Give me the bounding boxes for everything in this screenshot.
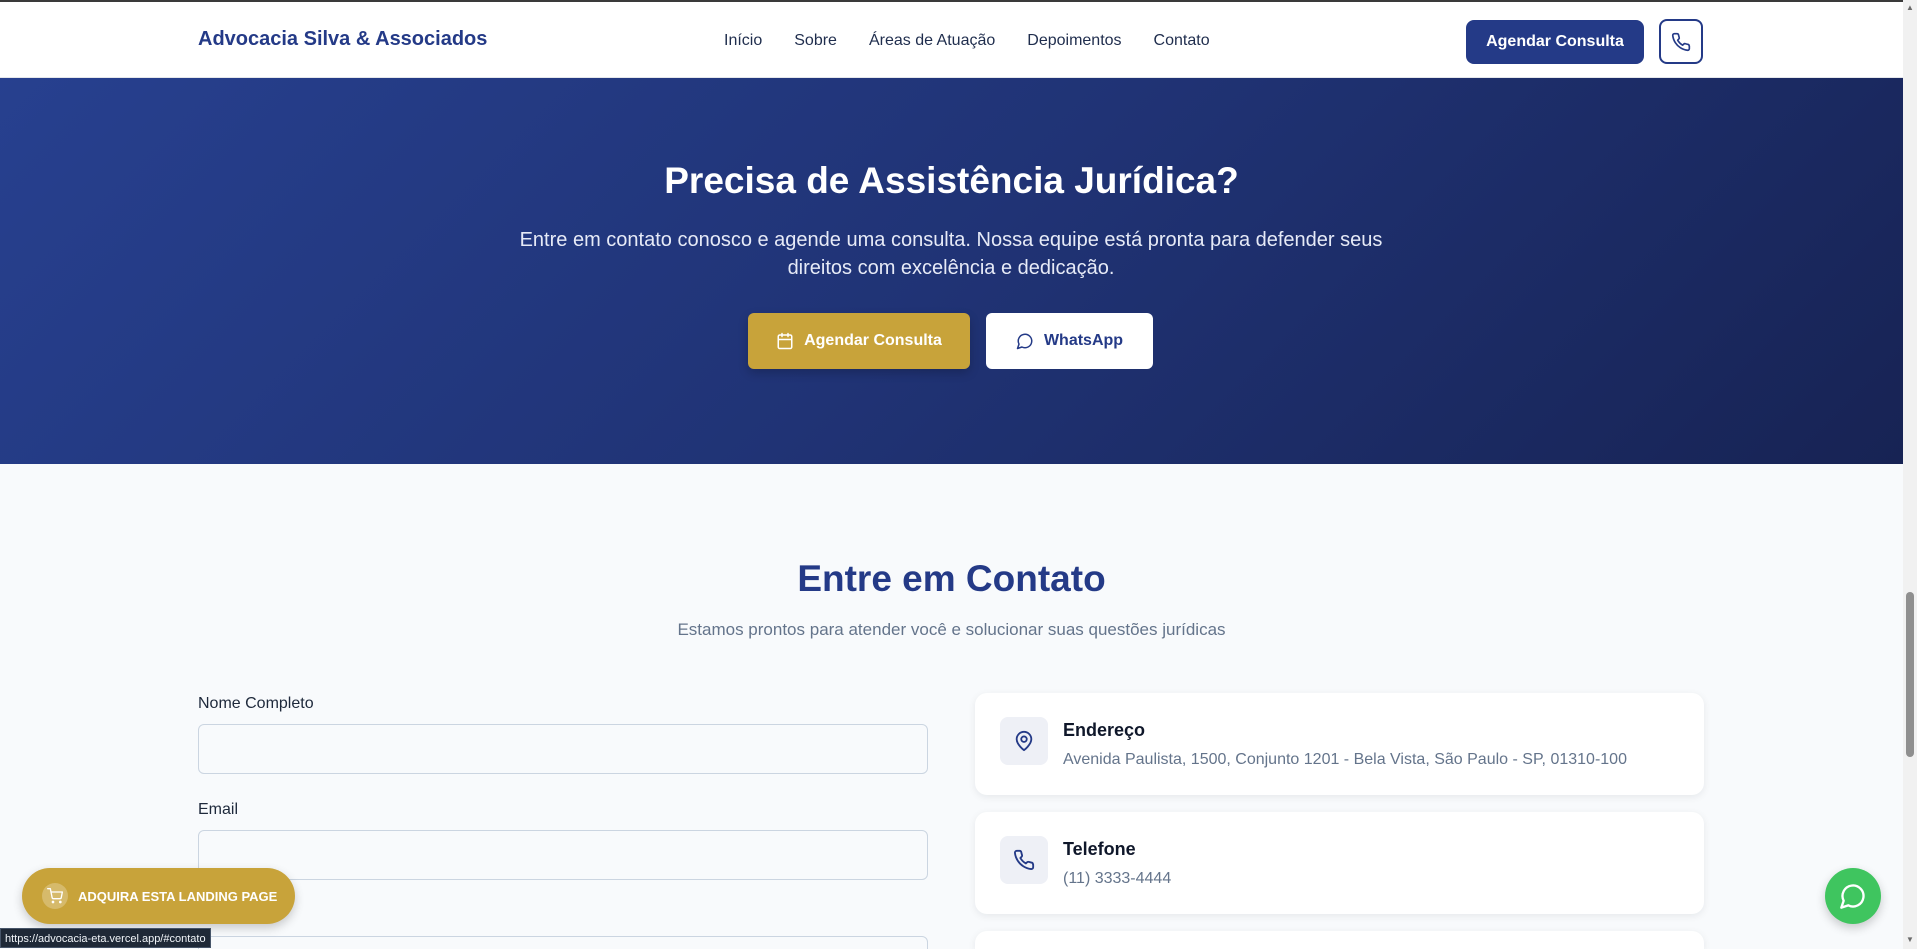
nav-link-sobre[interactable]: Sobre <box>794 32 837 50</box>
hero-schedule-button[interactable]: Agendar Consulta <box>748 313 970 369</box>
nav-link-inicio[interactable]: Início <box>724 32 762 50</box>
address-text: Avenida Paulista, 1500, Conjunto 1201 - … <box>1063 751 1627 768</box>
header-phone-button[interactable] <box>1659 19 1703 64</box>
scrollbar-thumb[interactable] <box>1906 592 1914 757</box>
contact-subtitle: Estamos prontos para atender você e solu… <box>677 620 1226 639</box>
phone-icon-box <box>1000 836 1048 884</box>
contact-title: Entre em Contato <box>797 558 1106 599</box>
shopping-cart-icon <box>47 888 63 904</box>
phone-card: Telefone (11) 3333-4444 <box>975 812 1704 914</box>
hero-title: Precisa de Assistência Jurídica? <box>664 160 1239 201</box>
next-info-card <box>975 931 1704 949</box>
nav-link-depoimentos[interactable]: Depoimentos <box>1027 32 1121 50</box>
name-label: Nome Completo <box>198 695 314 712</box>
site-header: Advocacia Silva & Associados Início Sobr… <box>0 0 1903 78</box>
whatsapp-float-button[interactable] <box>1825 868 1881 924</box>
buy-landing-page-button[interactable]: ADQUIRA ESTA LANDING PAGE <box>22 868 295 924</box>
buy-landing-page-label: ADQUIRA ESTA LANDING PAGE <box>78 888 278 904</box>
message-circle-icon <box>1016 333 1033 350</box>
calendar-icon <box>777 332 793 350</box>
phone-icon <box>1671 32 1691 51</box>
header-schedule-button[interactable]: Agendar Consulta <box>1466 20 1644 64</box>
whatsapp-icon <box>1840 884 1865 909</box>
scroll-up-icon[interactable]: ▲ <box>1906 4 1914 12</box>
hero-text: Entre em contato conosco e agende uma co… <box>519 229 1383 279</box>
phone-title: Telefone <box>1063 839 1136 859</box>
page-scrollbar[interactable]: ▲ ▼ <box>1903 0 1917 949</box>
phone-icon <box>1014 849 1035 870</box>
email-input[interactable] <box>198 830 928 880</box>
address-title: Endereço <box>1063 720 1146 740</box>
hero-whatsapp-label: WhatsApp <box>1043 332 1124 349</box>
address-icon-box <box>1000 717 1048 765</box>
email-label: Email <box>198 801 239 818</box>
name-input[interactable] <box>198 724 928 774</box>
status-bar-url: https://advocacia-eta.vercel.app/#contat… <box>0 928 211 948</box>
hero-whatsapp-button[interactable]: WhatsApp <box>986 313 1153 369</box>
nav-link-contato[interactable]: Contato <box>1154 32 1210 50</box>
hero-section: Precisa de Assistência Jurídica? Entre e… <box>0 78 1903 464</box>
cart-icon-wrap <box>42 883 68 909</box>
scroll-down-icon[interactable]: ▼ <box>1906 936 1914 944</box>
nav-link-areas[interactable]: Áreas de Atuação <box>869 32 995 50</box>
next-form-input[interactable] <box>198 936 928 949</box>
address-card: Endereço Avenida Paulista, 1500, Conjunt… <box>975 693 1704 795</box>
hero-schedule-label: Agendar Consulta <box>804 332 942 349</box>
map-pin-icon <box>1015 730 1033 752</box>
phone-text: (11) 3333-4444 <box>1063 870 1172 887</box>
brand-logo[interactable]: Advocacia Silva & Associados <box>198 28 487 51</box>
main-nav: Início Sobre Áreas de Atuação Depoimento… <box>724 32 1210 50</box>
